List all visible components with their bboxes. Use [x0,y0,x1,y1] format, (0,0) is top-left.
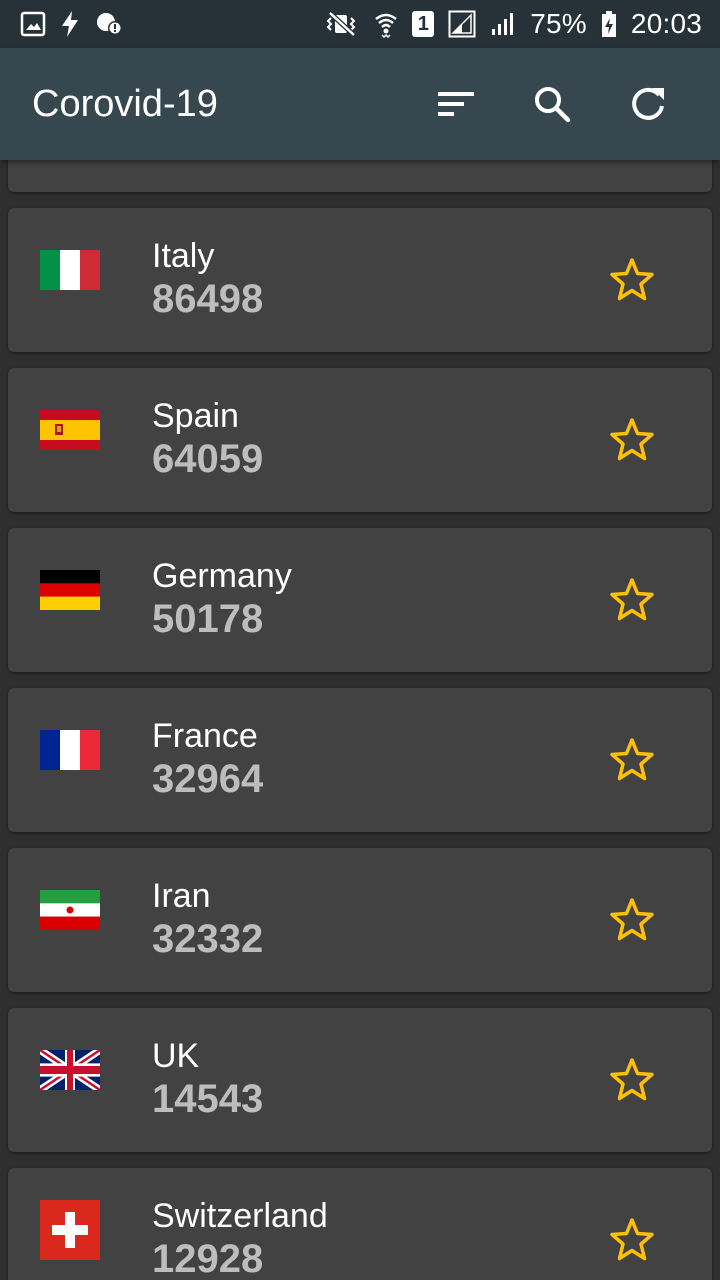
country-name: Iran [152,877,211,915]
country-info: Germany 50178 [152,556,292,642]
refresh-icon [632,87,664,120]
country-name: Spain [152,397,239,435]
country-name: Germany [152,557,292,595]
case-count: 12928 [152,1237,264,1280]
uk-flag-icon [40,1050,100,1090]
case-count: 86498 [152,277,264,321]
flash-icon [60,10,80,38]
country-card-germany[interactable]: Germany 50178 [8,528,712,672]
favorite-star-icon[interactable] [608,736,656,784]
sim-slot-label: 1 [417,12,429,35]
iran-flag-icon [40,890,100,930]
status-notifications [20,0,124,48]
country-name: France [152,717,258,755]
country-name: Italy [152,237,215,275]
virus-alert-icon [94,10,124,38]
spain-flag-icon [40,410,100,450]
country-name: Switzerland [152,1197,328,1235]
country-info: UK 14543 [152,1036,263,1122]
favorite-star-icon[interactable] [608,416,656,464]
case-count: 50178 [152,597,264,641]
favorite-star-icon[interactable] [608,896,656,944]
signal-sim1-icon [448,10,476,38]
refresh-button[interactable] [600,56,696,152]
image-notification-icon [20,11,46,37]
app-bar-actions [408,56,696,152]
favorite-star-icon[interactable] [608,256,656,304]
italy-flag-icon [40,250,100,290]
country-info: Spain 64059 [152,396,263,482]
favorite-star-icon[interactable] [608,1216,656,1264]
country-card-iran[interactable]: Iran 32332 [8,848,712,992]
country-info: Switzerland 12928 [152,1196,328,1280]
app-title: Corovid-19 [32,82,218,125]
status-system: 1 75% 20:03 [322,0,702,48]
germany-flag-icon [40,570,100,610]
favorite-star-icon[interactable] [608,1056,656,1104]
sort-button[interactable] [408,56,504,152]
case-count: 32332 [152,917,264,961]
sim-card-icon: 1 [412,11,435,37]
country-card-switzerland[interactable]: Switzerland 12928 [8,1168,712,1280]
country-list[interactable]: Italy 86498 Spain 64059 Germany 50178 Fr… [0,160,720,1280]
search-button[interactable] [504,56,600,152]
case-count: 32964 [152,757,264,801]
battery-charging-icon [601,10,617,38]
country-card-uk[interactable]: UK 14543 [8,1008,712,1152]
favorite-star-icon[interactable] [608,576,656,624]
list-item-partial[interactable] [8,160,712,192]
signal-sim2-icon [490,11,516,37]
country-name: UK [152,1037,200,1075]
country-info: Italy 86498 [152,236,263,322]
country-cards: Italy 86498 Spain 64059 Germany 50178 Fr… [8,208,712,1280]
switzerland-flag-icon [40,1200,100,1260]
wifi-icon [374,10,398,38]
case-count: 14543 [152,1077,264,1121]
country-card-italy[interactable]: Italy 86498 [8,208,712,352]
country-card-france[interactable]: France 32964 [8,688,712,832]
country-info: Iran 32332 [152,876,263,962]
sort-icon [438,92,474,116]
battery-percentage: 75% [530,8,587,39]
country-info: France 32964 [152,716,263,802]
france-flag-icon [40,730,100,770]
case-count: 64059 [152,437,264,481]
clock: 20:03 [630,8,702,39]
search-icon [535,87,571,123]
status-bar: 1 75% 20:03 [0,0,720,48]
vibrate-mute-icon [322,11,360,37]
app-bar: Corovid-19 [0,48,720,160]
country-card-spain[interactable]: Spain 64059 [8,368,712,512]
